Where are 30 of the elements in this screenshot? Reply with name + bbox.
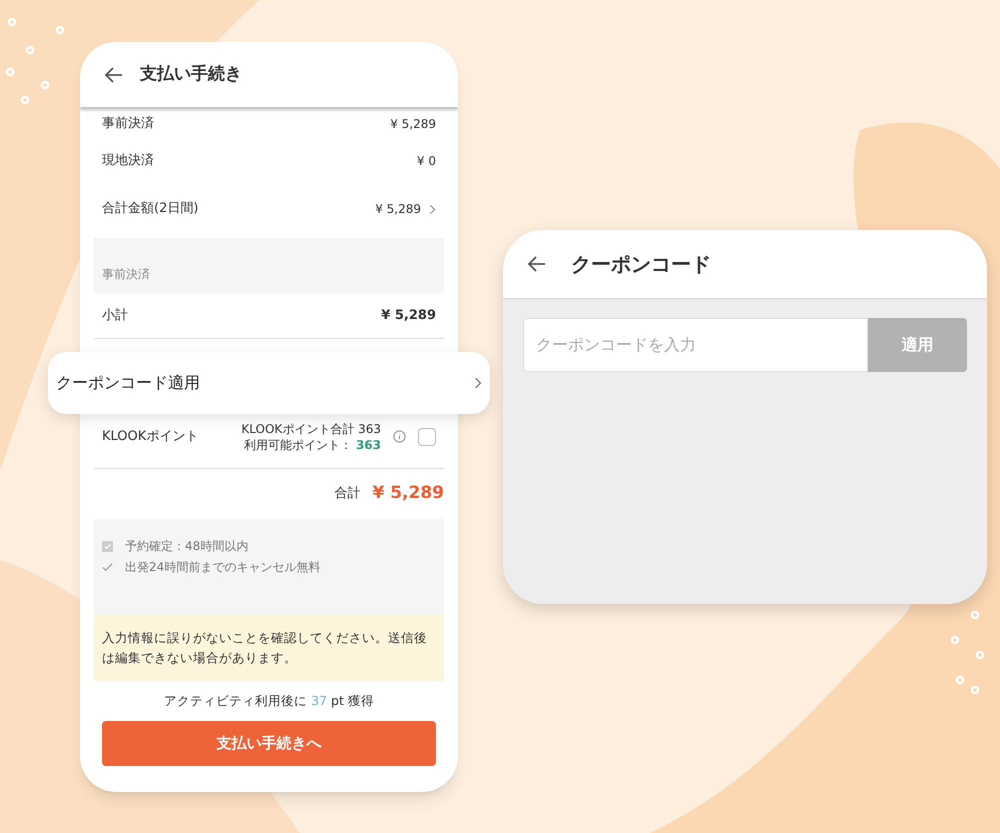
total-value: ¥ 5,289	[372, 482, 444, 506]
checkbox-icon	[102, 540, 113, 552]
row-label: 合計金額(2日間)	[102, 200, 198, 218]
points-total: KLOOKポイント合計 363	[241, 420, 381, 436]
points-available: 利用可能ポイント： 363	[244, 436, 381, 452]
section-header: 事前決済	[94, 238, 444, 293]
back-arrow-icon[interactable]	[104, 64, 124, 84]
screen-title: クーポンコード	[571, 251, 711, 278]
row-label: 事前決済	[102, 115, 154, 134]
total-label: 合計	[334, 485, 360, 504]
screen-title: 支払い手続き	[140, 62, 242, 86]
row-value: ¥ 5,289	[390, 116, 436, 133]
feature-text: 出発24時間前までのキャンセル無料	[125, 559, 320, 576]
row-label: 現地決済	[102, 152, 154, 170]
chevron-right-icon	[429, 204, 436, 214]
subtotal-value: ¥ 5,289	[381, 306, 436, 325]
notice-text: 入力情報に誤りがないことを確認してください。送信後は編集できない場合があります。	[94, 615, 444, 681]
check-icon	[102, 562, 113, 572]
row-value: ¥ 0	[416, 153, 436, 170]
coupon-input-field[interactable]: クーポンコードを入力	[523, 318, 868, 372]
coupon-card[interactable]: クーポンコード適用	[48, 352, 490, 414]
points-checkbox[interactable]	[418, 428, 436, 446]
feature-text: 予約確定：48時間以内	[125, 538, 248, 555]
subtotal-label: 小計	[102, 306, 128, 325]
back-arrow-icon[interactable]	[527, 254, 547, 274]
chevron-right-icon	[474, 376, 482, 390]
earn-points-text: アクティビティ利用後に 37 pt 獲得	[163, 692, 375, 710]
total-amount-link[interactable]: ¥ 5,289	[375, 200, 436, 218]
info-icon[interactable]	[393, 430, 406, 443]
points-label: KLOOKポイント	[102, 428, 198, 446]
